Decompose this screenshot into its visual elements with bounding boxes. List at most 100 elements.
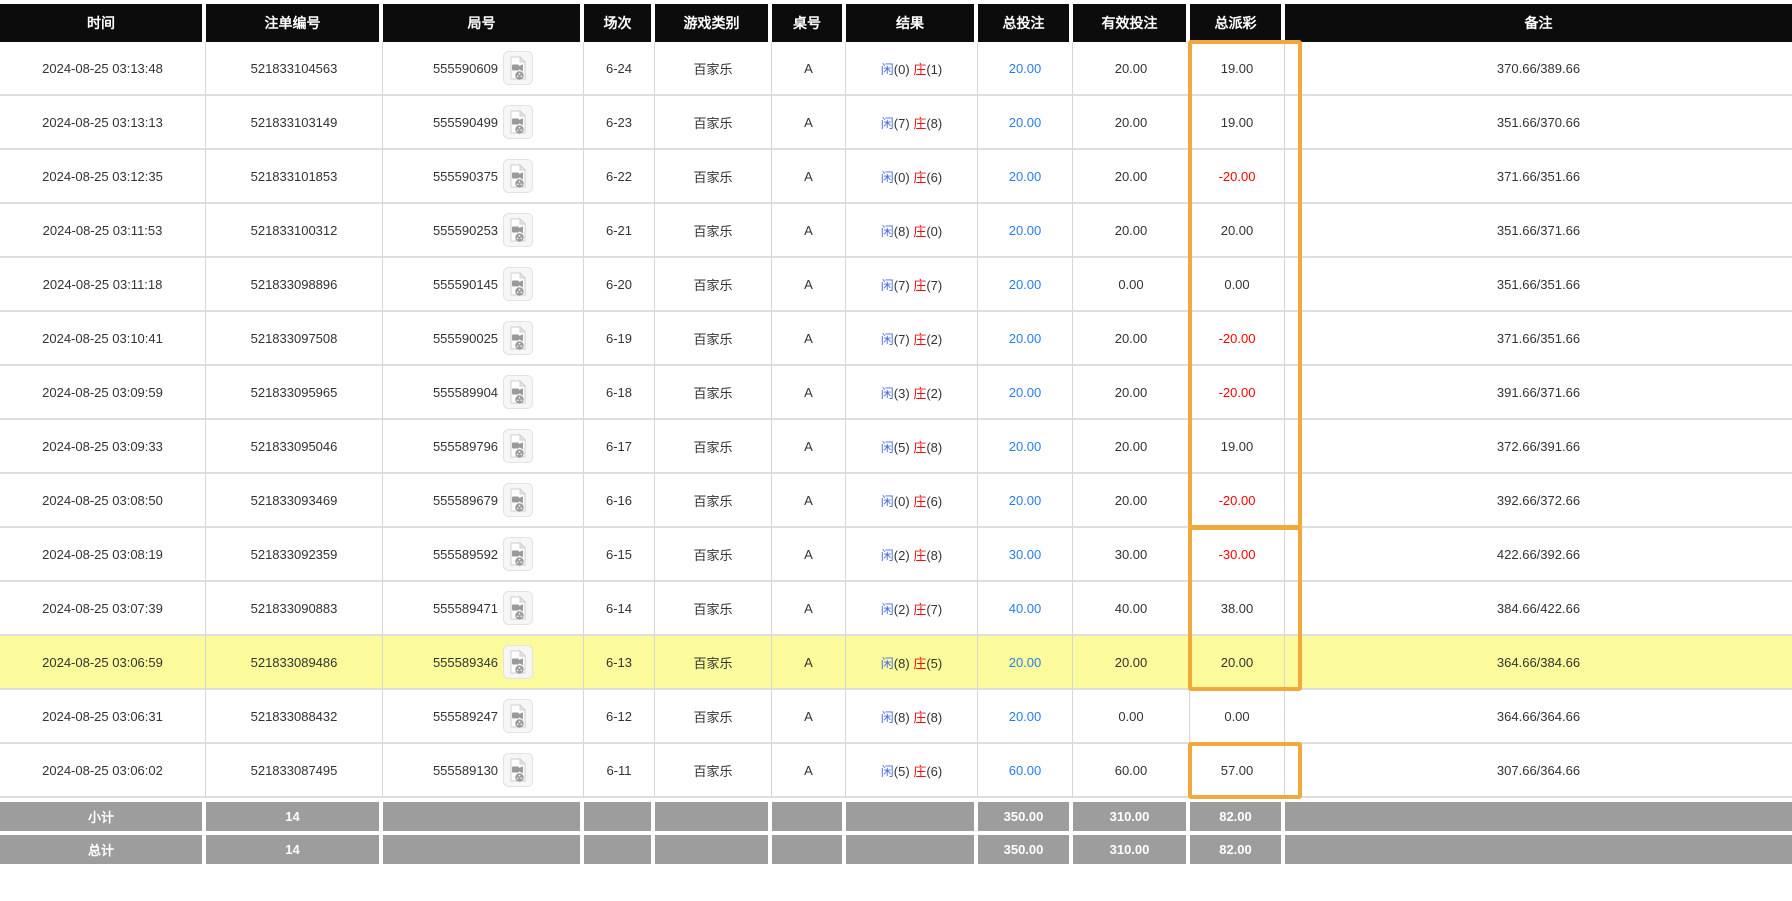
video-replay-icon[interactable] xyxy=(503,213,533,247)
session-cell: 6-17 xyxy=(584,420,655,474)
valid-bet-cell: 20.00 xyxy=(1073,150,1190,204)
session-cell: 6-23 xyxy=(584,96,655,150)
total-payout-cell: 20.00 xyxy=(1190,636,1285,690)
video-replay-icon[interactable] xyxy=(503,699,533,733)
bet-id-cell: 521833087495 xyxy=(206,744,383,798)
bet-records-table-wrap: 时间 注单编号 局号 场次 游戏类别 桌号 结果 总投注 有效投注 总派彩 备注… xyxy=(0,0,1792,864)
time-cell: 2024-08-25 03:13:13 xyxy=(0,96,206,150)
banker-label: 庄 xyxy=(913,656,926,671)
col-header-valid-bet: 有效投注 xyxy=(1073,4,1190,42)
totals-session-cell xyxy=(584,831,655,864)
player-points: (3) xyxy=(894,386,910,401)
table-no-cell: A xyxy=(772,42,846,96)
session-cell: 6-12 xyxy=(584,690,655,744)
round-id-text: 555589346 xyxy=(433,655,498,670)
col-header-total-bet: 总投注 xyxy=(978,4,1073,42)
total-bet-cell: 20.00 xyxy=(978,150,1073,204)
player-points: (0) xyxy=(894,170,910,185)
valid-bet-cell: 20.00 xyxy=(1073,42,1190,96)
video-replay-icon[interactable] xyxy=(503,591,533,625)
banker-label: 庄 xyxy=(913,224,926,239)
time-cell: 2024-08-25 03:10:41 xyxy=(0,312,206,366)
total-bet-cell: 20.00 xyxy=(978,366,1073,420)
bet-id-cell: 521833093469 xyxy=(206,474,383,528)
banker-points: (8) xyxy=(926,710,942,725)
total-payout-cell: -20.00 xyxy=(1190,150,1285,204)
game-type-cell: 百家乐 xyxy=(655,420,772,474)
table-row: 2024-08-25 03:11:18521833098896555590145… xyxy=(0,258,1792,312)
video-replay-icon[interactable] xyxy=(503,429,533,463)
player-points: (5) xyxy=(894,764,910,779)
valid-bet-cell: 20.00 xyxy=(1073,366,1190,420)
player-points: (7) xyxy=(894,116,910,131)
remark-cell: 351.66/371.66 xyxy=(1285,204,1792,258)
col-header-table-no: 桌号 xyxy=(772,4,846,42)
video-replay-icon[interactable] xyxy=(503,51,533,85)
remark-cell: 372.66/391.66 xyxy=(1285,420,1792,474)
total-bet-cell: 60.00 xyxy=(978,744,1073,798)
table-no-cell: A xyxy=(772,204,846,258)
banker-label: 庄 xyxy=(913,440,926,455)
time-cell: 2024-08-25 03:06:31 xyxy=(0,690,206,744)
total-payout-cell: 0.00 xyxy=(1190,690,1285,744)
video-replay-icon[interactable] xyxy=(503,321,533,355)
remark-cell: 392.66/372.66 xyxy=(1285,474,1792,528)
result-cell: 闲(7) 庄(8) xyxy=(846,96,978,150)
round-id-cell: 555589346 xyxy=(383,636,584,690)
round-id-text: 555590253 xyxy=(433,223,498,238)
session-cell: 6-14 xyxy=(584,582,655,636)
game-type-cell: 百家乐 xyxy=(655,582,772,636)
video-replay-icon[interactable] xyxy=(503,753,533,787)
round-id-wrap: 555590499 xyxy=(433,105,533,139)
totals-round-cell xyxy=(383,831,584,864)
game-type-cell: 百家乐 xyxy=(655,258,772,312)
video-replay-icon[interactable] xyxy=(503,375,533,409)
valid-bet-cell: 30.00 xyxy=(1073,528,1190,582)
video-replay-icon[interactable] xyxy=(503,105,533,139)
round-id-text: 555589592 xyxy=(433,547,498,562)
table-no-cell: A xyxy=(772,312,846,366)
bet-records-table: 时间 注单编号 局号 场次 游戏类别 桌号 结果 总投注 有效投注 总派彩 备注… xyxy=(0,4,1792,864)
table-no-cell: A xyxy=(772,420,846,474)
totals-total-bet-cell: 350.00 xyxy=(978,831,1073,864)
result-cell: 闲(0) 庄(6) xyxy=(846,150,978,204)
totals-count-cell: 14 xyxy=(206,831,383,864)
total-payout-cell: 0.00 xyxy=(1190,258,1285,312)
round-id-text: 555590375 xyxy=(433,169,498,184)
totals-session-cell xyxy=(584,798,655,831)
header-row: 时间 注单编号 局号 场次 游戏类别 桌号 结果 总投注 有效投注 总派彩 备注 xyxy=(0,4,1792,42)
video-replay-icon[interactable] xyxy=(503,537,533,571)
round-id-wrap: 555589247 xyxy=(433,699,533,733)
player-label: 闲 xyxy=(881,170,894,185)
valid-bet-cell: 60.00 xyxy=(1073,744,1190,798)
totals-table-cell xyxy=(772,798,846,831)
remark-cell: 384.66/422.66 xyxy=(1285,582,1792,636)
banker-points: (8) xyxy=(926,440,942,455)
video-replay-icon[interactable] xyxy=(503,645,533,679)
records-tbody: 2024-08-25 03:13:48521833104563555590609… xyxy=(0,42,1792,864)
totals-result-cell xyxy=(846,831,978,864)
table-row: 2024-08-25 03:12:35521833101853555590375… xyxy=(0,150,1792,204)
video-replay-icon[interactable] xyxy=(503,159,533,193)
round-id-cell: 555589679 xyxy=(383,474,584,528)
total-bet-cell: 40.00 xyxy=(978,582,1073,636)
table-header: 时间 注单编号 局号 场次 游戏类别 桌号 结果 总投注 有效投注 总派彩 备注 xyxy=(0,4,1792,42)
remark-cell: 351.66/351.66 xyxy=(1285,258,1792,312)
video-replay-icon[interactable] xyxy=(503,267,533,301)
banker-points: (5) xyxy=(926,656,942,671)
total-bet-cell: 20.00 xyxy=(978,96,1073,150)
video-replay-icon[interactable] xyxy=(503,483,533,517)
total-bet-cell: 30.00 xyxy=(978,528,1073,582)
player-label: 闲 xyxy=(881,332,894,347)
session-cell: 6-24 xyxy=(584,42,655,96)
result-cell: 闲(7) 庄(7) xyxy=(846,258,978,312)
table-no-cell: A xyxy=(772,636,846,690)
session-cell: 6-19 xyxy=(584,312,655,366)
table-no-cell: A xyxy=(772,744,846,798)
banker-points: (6) xyxy=(926,494,942,509)
player-points: (0) xyxy=(894,62,910,77)
result-cell: 闲(8) 庄(5) xyxy=(846,636,978,690)
bet-id-cell: 521833095965 xyxy=(206,366,383,420)
bet-id-cell: 521833101853 xyxy=(206,150,383,204)
table-no-cell: A xyxy=(772,258,846,312)
